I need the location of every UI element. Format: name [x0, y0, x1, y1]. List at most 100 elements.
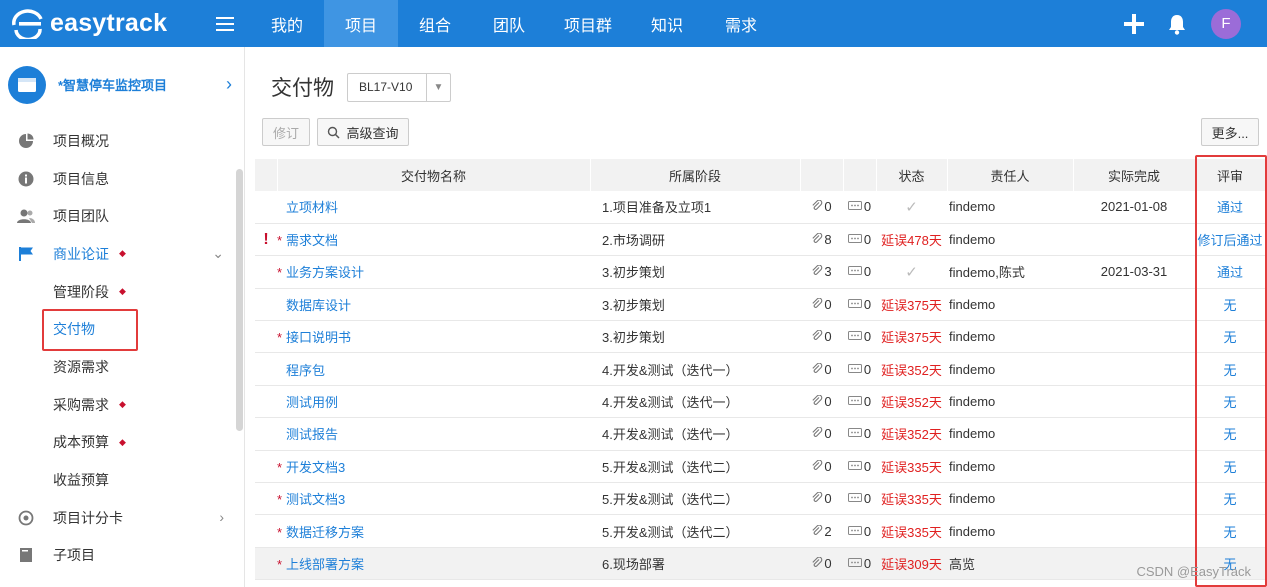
sidebar-item-1[interactable]: 项目信息	[0, 160, 238, 198]
nav-item-4[interactable]: 项目群	[546, 0, 630, 47]
advanced-search-button[interactable]: 高级查询	[317, 118, 409, 146]
flag-icon	[17, 245, 35, 263]
deliverable-link[interactable]: 立项材料	[286, 200, 338, 215]
required-marker-icon: ◆	[119, 248, 126, 259]
nav-item-2[interactable]: 组合	[398, 0, 472, 47]
table-row[interactable]: 数据库设计 3.初步策划 0 0 延误375天 findemo 无	[255, 288, 1265, 322]
deliverable-link[interactable]: 开发文档3	[286, 460, 345, 475]
comments-cell[interactable]: 0	[843, 223, 876, 257]
col-owner[interactable]: 责任人	[947, 159, 1074, 191]
deliverable-link[interactable]: 接口说明书	[286, 330, 351, 345]
table-row[interactable]: 测试报告 4.开发&测试（迭代一） 0 0 延误352天 findemo 无	[255, 417, 1265, 451]
sidebar-scrollbar[interactable]	[236, 169, 243, 431]
attachments-cell[interactable]: 0	[800, 320, 843, 354]
info-icon	[17, 170, 35, 188]
comments-cell[interactable]: 0	[843, 320, 876, 354]
table-row[interactable]: * 数据迁移方案 5.开发&测试（迭代二） 2 0 延误335天 findemo 无	[255, 514, 1265, 548]
nav-item-1[interactable]: 项目	[324, 0, 398, 47]
stage-cell: 3.初步策划	[590, 288, 800, 322]
comments-cell[interactable]: 0	[843, 191, 876, 224]
owner-cell: findemo	[947, 223, 1073, 257]
attachments-cell[interactable]: 0	[800, 547, 843, 581]
deliverable-link[interactable]: 业务方案设计	[286, 265, 364, 280]
chevron-right-icon[interactable]: ›	[214, 74, 244, 95]
version-select[interactable]: BL17-V10 ▼	[347, 72, 451, 102]
comments-cell[interactable]: 0	[843, 547, 876, 581]
status-cell: 延误375天	[876, 320, 947, 354]
name-cell: 程序包	[277, 352, 590, 386]
deliverable-link[interactable]: 上线部署方案	[286, 557, 364, 572]
name-cell: * 上线部署方案	[277, 547, 590, 581]
revise-button[interactable]: 修订	[262, 118, 310, 146]
sidebar-item-3[interactable]: 商业论证 ◆ ⌄	[0, 235, 238, 273]
attachments-cell[interactable]: 8	[800, 223, 843, 257]
sidebar-subitem-5[interactable]: 收益预算	[0, 461, 238, 499]
chevron-right-icon[interactable]: ›	[219, 509, 224, 525]
chevron-down-icon[interactable]: ⌄	[212, 245, 224, 262]
col-done[interactable]: 实际完成	[1073, 159, 1196, 191]
flag-cell	[255, 385, 277, 419]
col-stage[interactable]: 所属阶段	[590, 159, 801, 191]
project-header[interactable]: *智慧停车监控项目 ›	[0, 47, 244, 122]
nav-item-6[interactable]: 需求	[704, 0, 778, 47]
deliverable-link[interactable]: 测试文档3	[286, 492, 345, 507]
table-row[interactable]: * 接口说明书 3.初步策划 0 0 延误375天 findemo 无	[255, 320, 1265, 354]
brand-logo[interactable]: easytrack	[0, 0, 200, 47]
status-value: 延误352天	[881, 395, 942, 411]
status-value: ✓	[905, 198, 918, 216]
sidebar-subitem-0[interactable]: 管理阶段 ◆	[0, 273, 238, 311]
sidebar-subitem-3[interactable]: 采购需求 ◆	[0, 386, 238, 424]
sidebar-item-2[interactable]: 项目团队	[0, 197, 238, 235]
table-row[interactable]: * 开发文档3 5.开发&测试（迭代二） 0 0 延误335天 findemo 无	[255, 450, 1265, 484]
menu-toggle-icon[interactable]	[200, 0, 250, 47]
comments-cell[interactable]: 0	[843, 255, 876, 289]
deliverable-link[interactable]: 测试报告	[286, 427, 338, 442]
sidebar-subitem-2[interactable]: 资源需求	[0, 348, 238, 386]
attachments-cell[interactable]: 0	[800, 385, 843, 419]
bell-icon[interactable]	[1167, 13, 1187, 35]
attachments-cell[interactable]: 2	[800, 514, 843, 548]
attachments-cell[interactable]: 3	[800, 255, 843, 289]
sidebar-subitem-4[interactable]: 成本预算 ◆	[0, 424, 238, 462]
comments-cell[interactable]: 0	[843, 288, 876, 322]
chevron-down-icon[interactable]: ▼	[426, 73, 450, 101]
attachments-cell[interactable]: 0	[800, 288, 843, 322]
table-row[interactable]: 程序包 4.开发&测试（迭代一） 0 0 延误352天 findemo 无	[255, 352, 1265, 386]
deliverable-link[interactable]: 数据迁移方案	[286, 525, 364, 540]
attachments-cell[interactable]: 0	[800, 450, 843, 484]
sidebar-item-4[interactable]: 项目计分卡 ›	[0, 499, 238, 537]
sidebar-item-0[interactable]: 项目概况	[0, 122, 238, 160]
comments-cell[interactable]: 0	[843, 482, 876, 516]
table-row[interactable]: * 测试文档3 5.开发&测试（迭代二） 0 0 延误335天 findemo 无	[255, 482, 1265, 516]
done-date-cell: 2021-03-31	[1073, 255, 1195, 289]
table-row[interactable]: * 上线部署方案 6.现场部署 0 0 延误309天 高览无	[255, 547, 1265, 581]
comments-cell[interactable]: 0	[843, 352, 876, 386]
col-status[interactable]: 状态	[876, 159, 948, 191]
attachments-cell[interactable]: 0	[800, 417, 843, 451]
user-avatar[interactable]: F	[1211, 8, 1241, 39]
attachments-cell[interactable]: 0	[800, 191, 843, 224]
table-row[interactable]: * 业务方案设计 3.初步策划 3 0 ✓ findemo,陈式 2021-03-31 通过	[255, 255, 1265, 289]
nav-item-0[interactable]: 我的	[250, 0, 324, 47]
sidebar-item-5[interactable]: 子项目	[0, 537, 238, 575]
attachments-cell[interactable]: 0	[800, 482, 843, 516]
revise-button-label: 修订	[272, 125, 299, 141]
table-row[interactable]: ! * 需求文档 2.市场调研 8 0 延误478天 findemo 修订后通过	[255, 223, 1265, 257]
table-row[interactable]: 立项材料 1.项目准备及立项1 0 0 ✓ findemo 2021-01-08 通过	[255, 191, 1265, 224]
comments-cell[interactable]: 0	[843, 450, 876, 484]
deliverable-link[interactable]: 程序包	[286, 363, 325, 378]
deliverable-link[interactable]: 测试用例	[286, 395, 338, 410]
attachments-cell[interactable]: 0	[800, 352, 843, 386]
nav-item-3[interactable]: 团队	[472, 0, 546, 47]
col-name[interactable]: 交付物名称	[277, 159, 591, 191]
more-button[interactable]: 更多...	[1201, 118, 1259, 146]
nav-item-5[interactable]: 知识	[630, 0, 704, 47]
table-row[interactable]: 测试用例 4.开发&测试（迭代一） 0 0 延误352天 findemo 无	[255, 385, 1265, 419]
add-icon[interactable]	[1123, 13, 1145, 35]
comments-cell[interactable]: 0	[843, 417, 876, 451]
comments-cell[interactable]: 0	[843, 514, 876, 548]
comments-cell[interactable]: 0	[843, 385, 876, 419]
done-date-cell	[1073, 450, 1195, 484]
deliverable-link[interactable]: 需求文档	[286, 233, 338, 248]
deliverable-link[interactable]: 数据库设计	[286, 298, 351, 313]
